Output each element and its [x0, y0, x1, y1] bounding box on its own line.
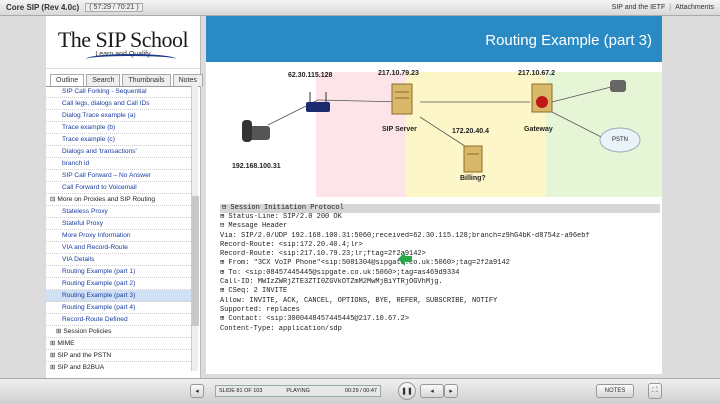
- outline-item[interactable]: Routing Example (part 2): [46, 278, 191, 290]
- outline-list: SIP Call Forking - Sequential Call legs, …: [46, 86, 191, 371]
- trace-header: ⊟ Session Initiation Protocol: [220, 204, 660, 213]
- sip-server-icon: [391, 83, 413, 115]
- fullscreen-icon[interactable]: ⛶: [648, 383, 662, 399]
- progress-bar[interactable]: SLIDE 81 OF 103 PLAYING 00:29 / 00:47: [215, 385, 381, 397]
- outline-item[interactable]: Routing Example (part 1): [46, 266, 191, 278]
- trace-line[interactable]: Content-Type: application/sdp: [220, 325, 660, 334]
- prev-button[interactable]: ◂: [420, 384, 444, 398]
- next-button[interactable]: ▸: [444, 384, 458, 398]
- outline-item[interactable]: Stateful Proxy: [46, 218, 191, 230]
- volume-icon[interactable]: ◂: [190, 384, 204, 398]
- trace-line[interactable]: Supported: replaces: [220, 306, 660, 315]
- outline-item[interactable]: ⊞ Session Policies: [46, 326, 191, 338]
- playback-time: 00:29 / 00:47: [344, 388, 377, 394]
- tab-search[interactable]: Search: [86, 74, 121, 86]
- gateway-label: Gateway: [524, 126, 553, 133]
- outline-item[interactable]: branch id: [46, 158, 191, 170]
- outline-scrollbar[interactable]: [191, 86, 199, 371]
- desk-phone-icon: [242, 120, 270, 142]
- gateway-icon: [531, 83, 553, 113]
- notes-button[interactable]: NOTES: [596, 384, 634, 398]
- tab-outline[interactable]: Outline: [50, 74, 85, 86]
- gateway-ip: 217.10.67.2: [518, 70, 555, 77]
- billing-server-icon: [463, 145, 483, 173]
- router-icon: [306, 92, 330, 112]
- trace-line[interactable]: ⊟ Message Header: [220, 222, 660, 231]
- tab-thumbnails[interactable]: Thumbnails: [122, 74, 171, 86]
- divider: |: [669, 4, 672, 11]
- slide-banner: Routing Example (part 3): [206, 16, 662, 62]
- outline-item[interactable]: Trace example (c): [46, 134, 191, 146]
- elapsed-time: ( 57:29 / 70:21 ): [85, 3, 143, 12]
- outline-item[interactable]: Call Forward to Voicemail: [46, 182, 191, 194]
- outline-item[interactable]: Trace example (b): [46, 122, 191, 134]
- outline-item[interactable]: Record-Route Defined: [46, 314, 191, 326]
- phone-ip: 192.168.100.31: [232, 163, 281, 170]
- pause-button[interactable]: ❚❚: [398, 382, 416, 400]
- trace-line[interactable]: Record-Route: <sip:217.10.79.23;lr;ftag=…: [220, 250, 660, 259]
- router-ip: 62.30.115.128: [288, 72, 333, 79]
- trace-line[interactable]: Call-ID: MWIzZWRjZTE3ZTI0ZGVkOTZmM2MwMjB…: [220, 278, 660, 287]
- logo: The SIP School Learn and Qualify: [46, 16, 200, 69]
- billing-label: Billing?: [460, 175, 486, 182]
- outline-item[interactable]: Routing Example (part 4): [46, 302, 191, 314]
- trace-line[interactable]: ⊞ Status-Line: SIP/2.0 200 OK: [220, 213, 660, 222]
- outline-item[interactable]: SIP Call Forward – No Answer: [46, 170, 191, 182]
- tab-notes[interactable]: Notes: [172, 74, 203, 86]
- outline-item[interactable]: VIA and Record-Route: [46, 242, 191, 254]
- outline-item[interactable]: ⊞ SIP and the PSTN: [46, 350, 191, 362]
- outline-item[interactable]: VIA Details: [46, 254, 191, 266]
- outline-item[interactable]: Stateless Proxy: [46, 206, 191, 218]
- diagram-lines: [242, 80, 641, 173]
- pstn-phone-icon: [610, 80, 626, 92]
- trace-line[interactable]: Allow: INVITE, ACK, CANCEL, OPTIONS, BYE…: [220, 297, 660, 306]
- billing-ip: 172.20.40.4: [452, 128, 489, 135]
- outline-item[interactable]: ⊞ SIP and B2BUA: [46, 362, 191, 371]
- logo-name: The SIP School: [57, 26, 189, 52]
- highlight-arrow-icon: [398, 252, 412, 266]
- outline-item[interactable]: ⊞ MIME: [46, 338, 191, 350]
- scroll-thumb[interactable]: [192, 196, 199, 326]
- outline-item[interactable]: Routing Example (part 3): [46, 290, 191, 302]
- sip-server-label: SIP Server: [382, 126, 417, 133]
- sip-trace-pane: ⊟ Session Initiation Protocol ⊞ Status-L…: [220, 204, 660, 356]
- outline-item[interactable]: ⊟ More on Proxies and SIP Routing: [46, 194, 191, 206]
- trace-line[interactable]: ⊞ CSeq: 2 INVITE: [220, 287, 660, 296]
- notes-label: NOTES: [604, 388, 626, 394]
- logo-swoosh: [86, 54, 176, 64]
- slide: Routing Example (part 3) 192.168.100.31 …: [206, 16, 662, 374]
- outline-item[interactable]: Dialogs and 'transactions': [46, 146, 191, 158]
- player-controls: ◂ SLIDE 81 OF 103 PLAYING 00:29 / 00:47 …: [0, 378, 720, 404]
- elapsed-time-value: 57:29 / 70:21: [93, 4, 135, 11]
- window-title: Core SIP (Rev 4.0c): [6, 3, 80, 12]
- trace-line[interactable]: Record-Route: <sip:172.20.40.4;lr>: [220, 241, 660, 250]
- trace-line[interactable]: Via: SIP/2.0/UDP 192.168.100.31:5060;rec…: [220, 232, 660, 241]
- pstn-label: PSTN: [612, 137, 629, 143]
- link-sip-ietf[interactable]: SIP and the IETF: [612, 4, 666, 11]
- sip-server-ip: 217.10.79.23: [378, 70, 419, 77]
- trace-line[interactable]: ⊞ Contact: <sip:3000448457445445@217.10.…: [220, 315, 660, 324]
- trace-line[interactable]: ⊞ From: "3CX VoIP Phone"<sip:5081304@sip…: [220, 259, 660, 268]
- top-links: SIP and the IETF | Attachments: [612, 4, 714, 11]
- title-bar: Core SIP (Rev 4.0c) ( 57:29 / 70:21 ) SI…: [0, 0, 720, 16]
- outline-item[interactable]: More Proxy Information: [46, 230, 191, 242]
- slide-title: Routing Example (part 3): [485, 32, 652, 49]
- outline-item[interactable]: Dialog Trace example (a): [46, 110, 191, 122]
- trace-line[interactable]: ⊞ To: <sip:08457445445@sipgate.co.uk:506…: [220, 269, 660, 278]
- slide-counter: SLIDE 81 OF 103: [219, 388, 263, 394]
- outline-item[interactable]: Call legs, dialogs and Call IDs: [46, 98, 191, 110]
- outline-item[interactable]: SIP Call Forking - Sequential: [46, 86, 191, 98]
- network-diagram: 192.168.100.31 62.30.115.128 217.10.79.2…: [206, 62, 662, 206]
- play-status: PLAYING: [286, 388, 310, 394]
- link-attachments[interactable]: Attachments: [675, 4, 714, 11]
- sidebar-tabs: Outline Search Thumbnails Notes: [46, 71, 203, 87]
- sidebar: The SIP School Learn and Qualify Outline…: [46, 16, 203, 378]
- trace-lines: ⊞ Status-Line: SIP/2.0 200 OK ⊟ Message …: [220, 213, 660, 334]
